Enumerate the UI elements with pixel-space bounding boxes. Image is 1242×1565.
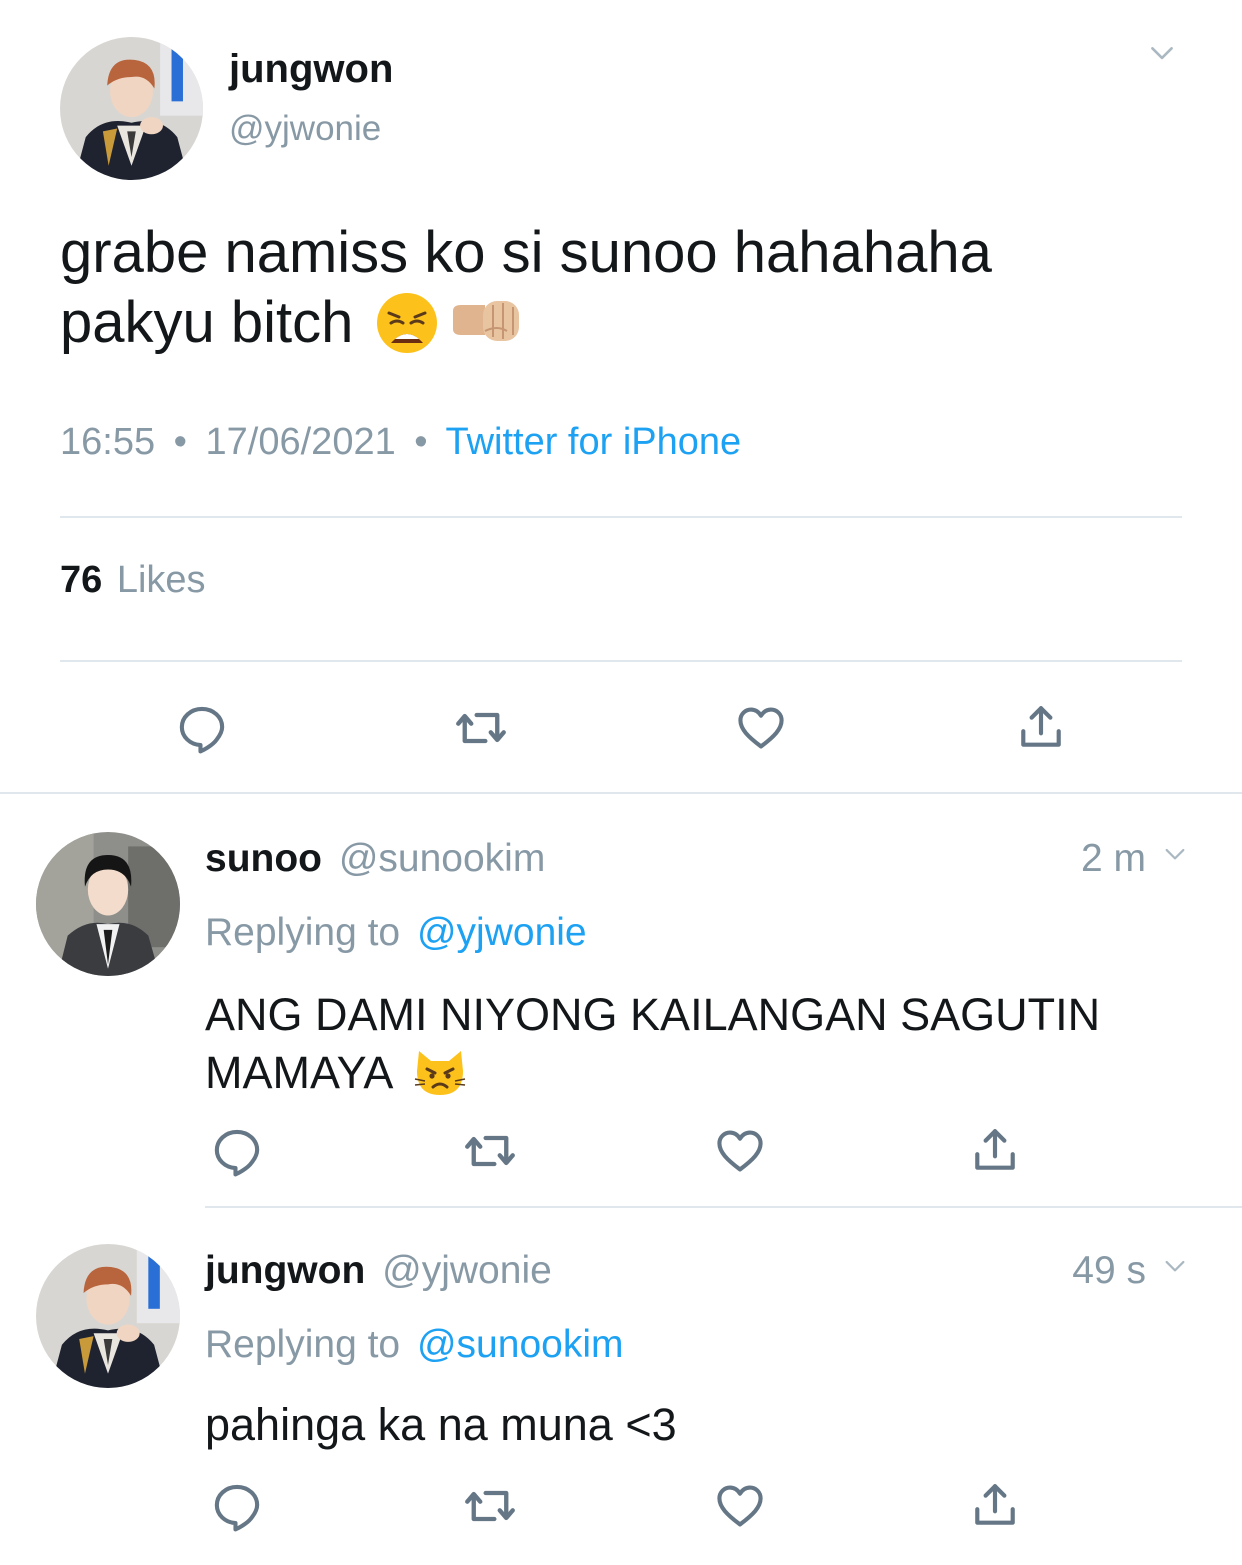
tweet-time: 16:55 bbox=[60, 421, 156, 463]
reply-timestamp: 49 s bbox=[1072, 1249, 1146, 1292]
reply-icon[interactable] bbox=[176, 702, 228, 754]
likes-count: 76 bbox=[60, 559, 103, 601]
retweet-icon[interactable] bbox=[463, 1125, 517, 1177]
reply-header: jungwon @yjwonie bbox=[205, 1248, 552, 1294]
author-handle[interactable]: @yjwonie bbox=[229, 108, 381, 150]
weary-face-icon bbox=[375, 291, 439, 355]
avatar[interactable] bbox=[36, 1244, 180, 1388]
author-display-name[interactable]: jungwon bbox=[229, 46, 393, 92]
author-display-name[interactable]: jungwon bbox=[205, 1249, 365, 1292]
mention-link[interactable]: @sunookim bbox=[417, 1323, 624, 1366]
avatar[interactable] bbox=[60, 37, 203, 180]
tweet-meta: 16:55 • 17/06/2021 • Twitter for iPhone bbox=[60, 420, 741, 464]
tweet-source-link[interactable]: Twitter for iPhone bbox=[445, 421, 741, 463]
share-icon[interactable] bbox=[970, 1480, 1020, 1530]
reply-text-line: ANG DAMI NIYONG KAILANGAN SAGUTIN bbox=[205, 989, 1101, 1040]
reply-timestamp: 2 m bbox=[1080, 837, 1146, 880]
like-icon[interactable] bbox=[714, 1125, 766, 1177]
replying-to: Replying to @yjwonie bbox=[205, 910, 587, 956]
retweet-icon[interactable] bbox=[463, 1480, 517, 1532]
like-icon[interactable] bbox=[714, 1480, 766, 1532]
pouting-cat-icon bbox=[413, 1047, 467, 1099]
replying-to: Replying to @sunookim bbox=[205, 1322, 623, 1368]
chevron-down-icon[interactable] bbox=[1156, 1260, 1194, 1286]
divider bbox=[0, 792, 1242, 794]
reply-header: sunoo @sunookim bbox=[205, 836, 545, 882]
reply-icon[interactable] bbox=[211, 1480, 263, 1532]
share-icon[interactable] bbox=[1016, 702, 1066, 752]
like-icon[interactable] bbox=[735, 702, 787, 754]
share-icon[interactable] bbox=[970, 1125, 1020, 1175]
tweet-text-line: grabe namiss ko si sunoo hahahaha bbox=[60, 220, 992, 285]
avatar[interactable] bbox=[36, 832, 180, 976]
likes-label: Likes bbox=[116, 559, 206, 601]
tweet-date: 17/06/2021 bbox=[205, 421, 396, 463]
tweet-text: grabe namiss ko si sunoo hahahaha pakyu … bbox=[60, 218, 992, 358]
reply-text: pahinga ka na muna <3 bbox=[205, 1399, 677, 1450]
left-facing-fist-icon bbox=[449, 291, 525, 355]
author-display-name[interactable]: sunoo bbox=[205, 837, 322, 880]
replying-prefix: Replying to bbox=[205, 911, 401, 954]
tweet-text-line: pakyu bitch bbox=[60, 290, 354, 355]
divider bbox=[60, 516, 1182, 518]
reply-icon[interactable] bbox=[211, 1125, 263, 1177]
author-handle[interactable]: @yjwonie bbox=[382, 1249, 552, 1292]
meta-separator: • bbox=[414, 421, 428, 463]
author-handle[interactable]: @sunookim bbox=[339, 837, 546, 880]
reply-text-line: MAMAYA bbox=[205, 1047, 394, 1098]
divider bbox=[60, 660, 1182, 662]
reply-text: ANG DAMI NIYONG KAILANGAN SAGUTIN MAMAYA bbox=[205, 986, 1100, 1102]
replying-prefix: Replying to bbox=[205, 1323, 401, 1366]
mention-link[interactable]: @yjwonie bbox=[417, 911, 587, 954]
meta-separator: • bbox=[173, 421, 187, 463]
likes-stat[interactable]: 76 Likes bbox=[60, 558, 206, 602]
chevron-down-icon[interactable] bbox=[1140, 44, 1184, 78]
retweet-icon[interactable] bbox=[454, 702, 508, 754]
chevron-down-icon[interactable] bbox=[1156, 848, 1194, 874]
divider bbox=[205, 1206, 1242, 1208]
